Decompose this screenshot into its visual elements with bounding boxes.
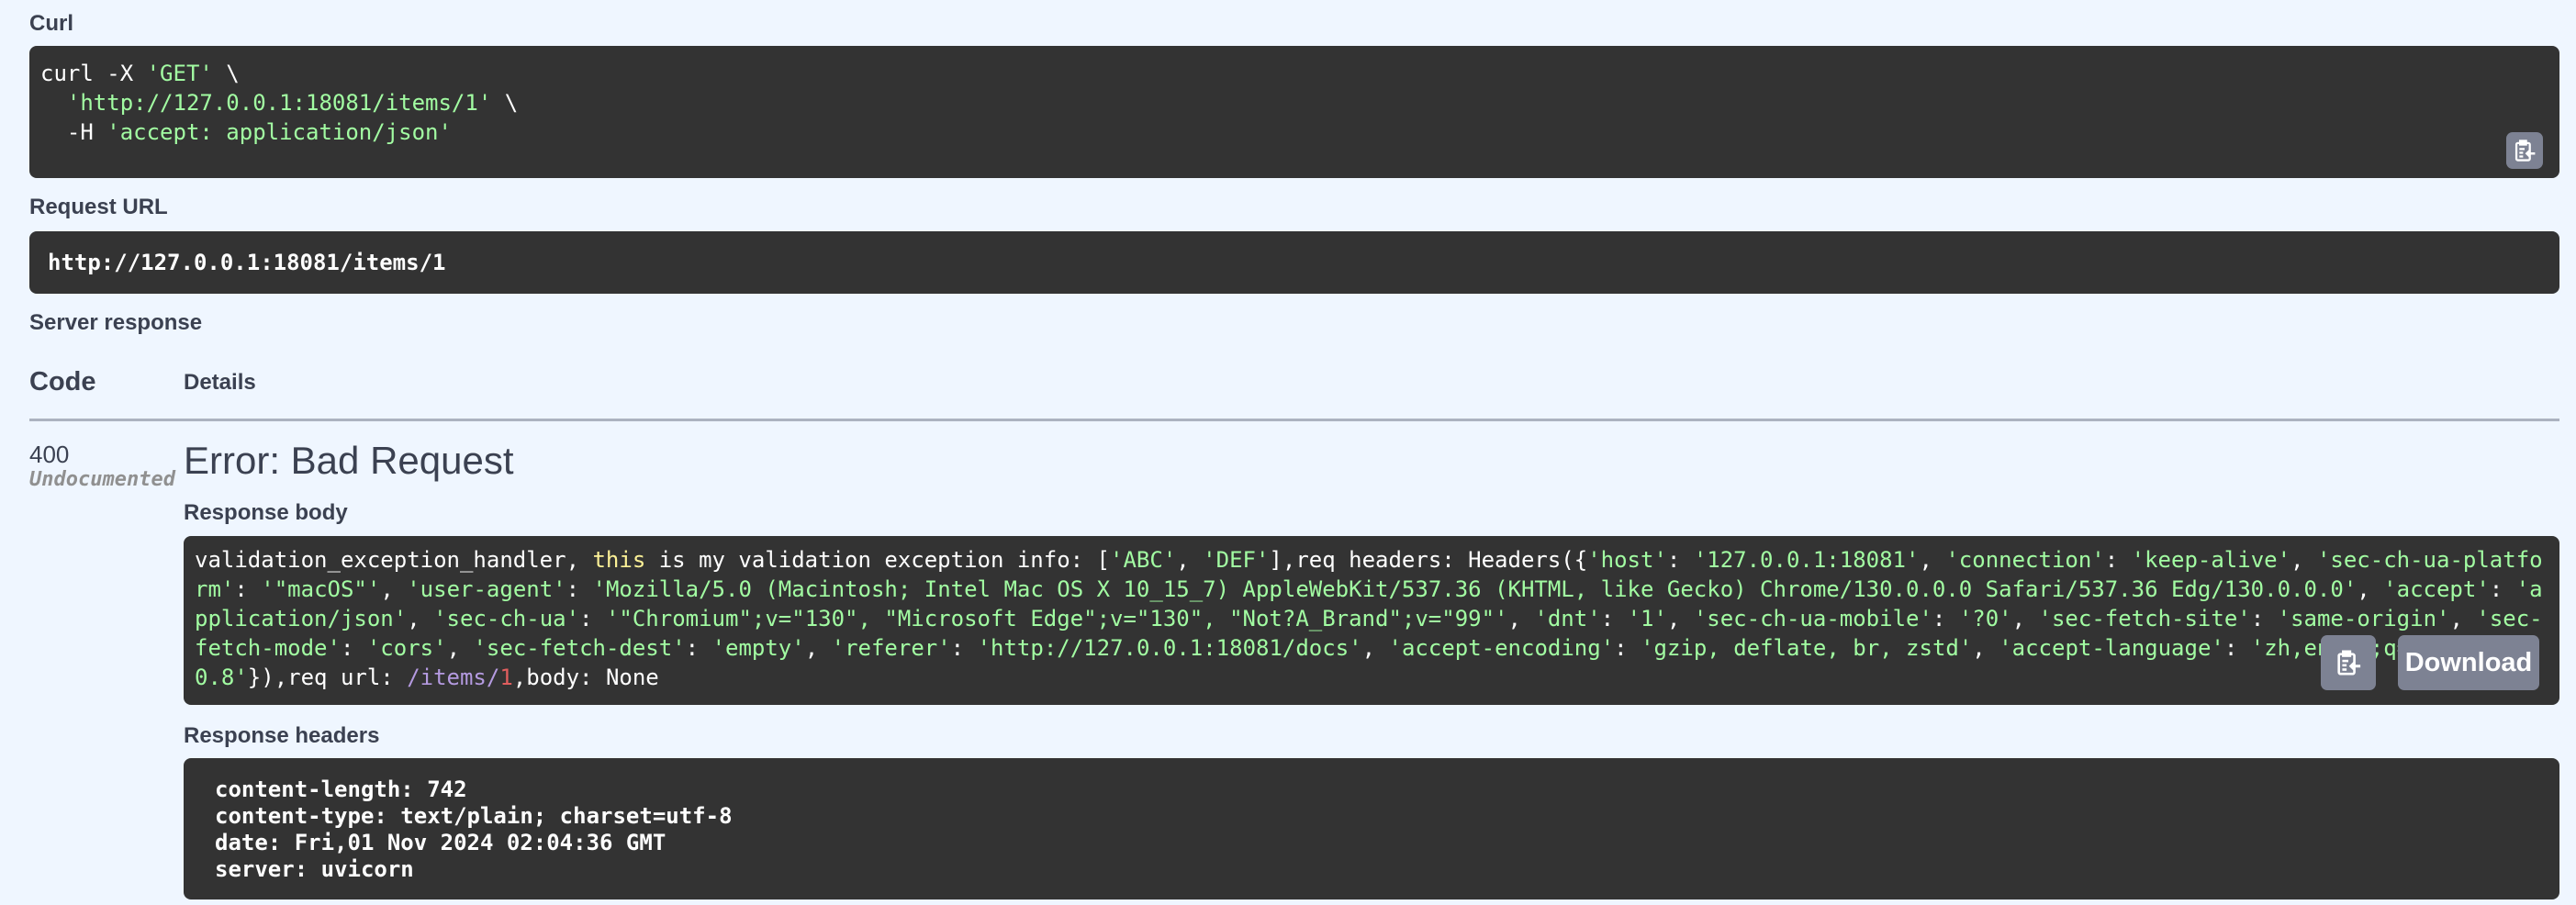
response-body-segment: 'keep-alive' xyxy=(2131,547,2291,573)
download-button[interactable]: Download xyxy=(2398,635,2539,690)
response-body-segment: , xyxy=(446,635,474,661)
response-body-segment: : xyxy=(566,576,593,602)
clipboard-copy-icon xyxy=(2337,650,2361,676)
response-body-segment: , xyxy=(804,635,832,661)
response-header-line: server: uvicorn xyxy=(215,856,414,882)
response-body-segment: 'host' xyxy=(1587,547,1667,573)
response-body-segment: , xyxy=(1972,635,1999,661)
response-body-segment: : xyxy=(950,635,978,661)
response-body-segment: 'Mozilla/5.0 (Macintosh; Intel Mac OS X … xyxy=(592,576,2358,602)
response-body-segment: , xyxy=(1666,606,1694,631)
response-body-segment: 'referer' xyxy=(831,635,951,661)
curl-command-box: curl -X 'GET' \ 'http://127.0.0.1:18081/… xyxy=(29,46,2559,178)
response-body-segment: : xyxy=(1666,547,1694,573)
response-body-segment: , xyxy=(380,576,408,602)
response-body-segment: , xyxy=(1361,635,1389,661)
response-body-segment: 'ABC' xyxy=(1110,547,1177,573)
response-body-segment: : xyxy=(1932,606,1959,631)
response-body-segment: '1' xyxy=(1627,606,1667,631)
response-body-segment: , xyxy=(2357,576,2384,602)
code-column-header: Code xyxy=(29,367,96,397)
response-body-segment: 'user-agent' xyxy=(407,576,566,602)
response-body-segment: '"Chromium";v="130", "Microsoft Edge";v=… xyxy=(605,606,1508,631)
details-column-header: Details xyxy=(184,370,256,395)
response-body-segment: ,body: None xyxy=(512,665,659,690)
response-body-segment: 'sec-ch-ua-mobile' xyxy=(1693,606,1932,631)
request-url-label: Request URL xyxy=(29,195,168,219)
response-body-segment: /items/ xyxy=(407,665,500,690)
response-body-segment: validation_exception_handler, xyxy=(195,547,593,573)
response-body-segment: : xyxy=(579,606,606,631)
request-url-value: http://127.0.0.1:18081/items/1 xyxy=(48,250,446,275)
response-body-label: Response body xyxy=(184,500,348,525)
response-body-segment: 'cors' xyxy=(366,635,447,661)
response-body-segment: 'accept' xyxy=(2383,576,2490,602)
response-body-segment: 'dnt' xyxy=(1534,606,1601,631)
response-body-segment: : xyxy=(234,576,262,602)
response-body-box: validation_exception_handler, this is my… xyxy=(184,536,2559,705)
response-body-segment: 1 xyxy=(499,665,513,690)
response-body-segment: '?0' xyxy=(1958,606,2012,631)
response-body-segment: 'connection' xyxy=(1945,547,2105,573)
response-body-segment: 'sec-ch-ua' xyxy=(433,606,580,631)
response-body-segment: , xyxy=(1919,547,1946,573)
curl-label: Curl xyxy=(29,11,73,36)
response-body-segment: , xyxy=(2449,606,2477,631)
response-body-segment: : xyxy=(2489,576,2516,602)
response-body-segment: : xyxy=(1614,635,1641,661)
response-body-segment: 'http://127.0.0.1:18081/docs' xyxy=(977,635,1362,661)
response-body-segment: : xyxy=(340,635,367,661)
response-body-segment: : xyxy=(1600,606,1628,631)
response-body-segment: 'sec-fetch-site' xyxy=(2038,606,2251,631)
response-headers-box: content-length: 742 content-type: text/p… xyxy=(184,758,2559,899)
response-body-segment: , xyxy=(2290,547,2317,573)
response-body-segment: 'accept-encoding' xyxy=(1388,635,1615,661)
response-body-segment: is my validation exception info: [ xyxy=(645,547,1111,573)
response-header-line: content-type: text/plain; charset=utf-8 xyxy=(215,803,733,829)
response-body-segment: : xyxy=(2104,547,2132,573)
status-undocumented-note: Undocumented xyxy=(29,468,175,491)
response-body-segment: , xyxy=(1176,547,1204,573)
request-url-box: http://127.0.0.1:18081/items/1 xyxy=(29,231,2559,294)
response-body-segment: , xyxy=(407,606,434,631)
response-header-line: date: Fri,01 Nov 2024 02:04:36 GMT xyxy=(215,830,666,855)
copy-response-body-button[interactable] xyxy=(2321,635,2376,690)
server-response-label: Server response xyxy=(29,310,203,335)
table-divider xyxy=(29,419,2559,421)
response-body-segment: ],req headers: Headers({ xyxy=(1269,547,1588,573)
response-body-segment: : xyxy=(2223,635,2251,661)
response-body-segment: : xyxy=(2250,606,2278,631)
response-body-segment: '127.0.0.1:18081' xyxy=(1693,547,1920,573)
response-body-segment: 'DEF' xyxy=(1203,547,1270,573)
status-code: 400 xyxy=(29,441,70,468)
response-body-segment: , xyxy=(2011,606,2039,631)
error-title: Error: Bad Request xyxy=(184,439,514,482)
response-body-text: validation_exception_handler, this is my… xyxy=(195,545,2548,692)
response-body-segment: '"macOS"' xyxy=(261,576,381,602)
response-body-segment: 'empty' xyxy=(711,635,805,661)
response-body-segment: }),req url: xyxy=(247,665,408,690)
response-header-line: content-length: 742 xyxy=(215,777,467,802)
response-body-segment: 'same-origin' xyxy=(2277,606,2450,631)
response-body-segment: this xyxy=(592,547,646,573)
response-body-segment: : xyxy=(685,635,712,661)
clipboard-copy-icon xyxy=(2514,140,2536,162)
response-body-segment: , xyxy=(1507,606,1535,631)
response-headers-label: Response headers xyxy=(184,723,380,748)
curl-command: curl -X 'GET' \ 'http://127.0.0.1:18081/… xyxy=(40,61,519,145)
response-body-segment: 'accept-language' xyxy=(1999,635,2224,661)
response-body-segment: 'gzip, deflate, br, zstd' xyxy=(1641,635,1973,661)
response-body-segment: 'sec-fetch-dest' xyxy=(473,635,686,661)
copy-curl-button[interactable] xyxy=(2506,132,2543,169)
